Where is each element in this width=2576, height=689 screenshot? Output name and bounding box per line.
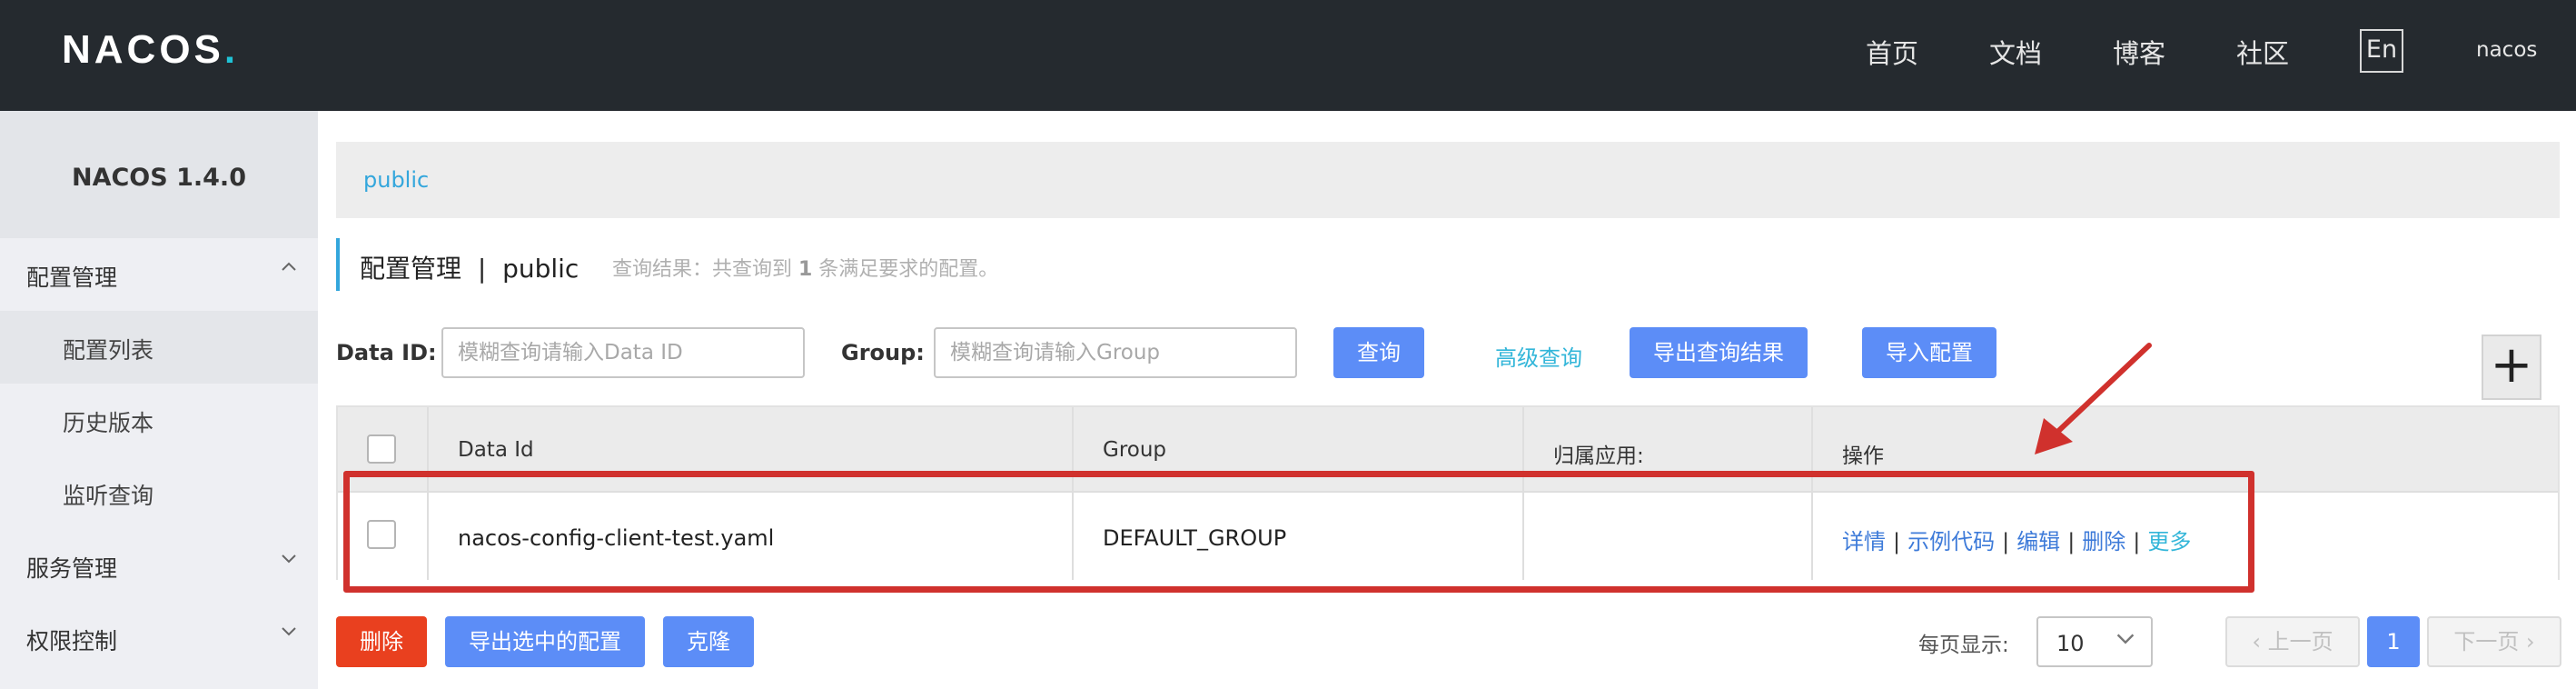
next-page-button[interactable]: 下一页 › xyxy=(2427,616,2561,667)
chevron-down-icon xyxy=(280,622,298,645)
per-page-select[interactable]: 10 xyxy=(2036,616,2153,667)
data-id-input[interactable] xyxy=(441,327,805,378)
add-config-button[interactable]: + xyxy=(2482,335,2541,400)
header-group[interactable]: Group xyxy=(1103,438,1166,462)
group-label: Group: xyxy=(841,340,925,365)
header-data-id[interactable]: Data Id xyxy=(458,438,534,462)
chevron-down-icon xyxy=(280,549,298,573)
nav-docs[interactable]: 文档 xyxy=(1989,33,2042,71)
user-name[interactable]: nacos xyxy=(2476,38,2537,62)
column-divider xyxy=(427,407,429,580)
sidebar-group-config[interactable]: 配置管理 xyxy=(0,238,318,311)
header-app[interactable]: 归属应用: xyxy=(1553,438,1644,469)
chevron-right-icon: › xyxy=(2526,629,2535,654)
delete-link[interactable]: 删除 xyxy=(2082,529,2125,554)
delete-selected-button[interactable]: 删除 xyxy=(336,616,427,667)
chevron-left-icon: ‹ xyxy=(2252,629,2261,654)
chevron-up-icon xyxy=(280,258,298,282)
header-operations: 操作 xyxy=(1842,444,1884,468)
column-divider xyxy=(1072,407,1074,580)
select-all-checkbox[interactable] xyxy=(367,434,396,464)
edit-link[interactable]: 编辑 xyxy=(2016,529,2060,554)
export-results-button[interactable]: 导出查询结果 xyxy=(1630,327,1808,378)
cell-data-id: nacos-config-client-test.yaml xyxy=(458,525,775,551)
cell-group: DEFAULT_GROUP xyxy=(1103,525,1287,551)
sidebar-item-label: 历史版本 xyxy=(63,410,154,436)
top-navbar: NACOS. 首页 文档 博客 社区 En nacos xyxy=(0,0,2576,111)
sidebar-item-label: 配置列表 xyxy=(63,337,154,364)
query-result-text: 查询结果：共查询到 1 条满足要求的配置。 xyxy=(612,258,999,281)
sample-code-link[interactable]: 示例代码 xyxy=(1907,529,1995,554)
sidebar-item-label: 监听查询 xyxy=(63,483,154,509)
import-config-button[interactable]: 导入配置 xyxy=(1862,327,1996,378)
namespace-bar: public xyxy=(336,142,2560,218)
nav-community[interactable]: 社区 xyxy=(2236,33,2289,71)
prev-page-button[interactable]: ‹ 上一页 xyxy=(2225,616,2360,667)
row-operations: 详情 | 示例代码 | 编辑 | 删除 | 更多 xyxy=(1842,529,2192,554)
page-1-button[interactable]: 1 xyxy=(2367,616,2420,667)
page-title: 配置管理 | public xyxy=(360,254,580,284)
sidebar-group-service[interactable]: 服务管理 xyxy=(0,529,318,602)
language-switch-button[interactable]: En xyxy=(2360,29,2403,73)
sidebar-item-config-list[interactable]: 配置列表 xyxy=(0,311,318,384)
nav-blog[interactable]: 博客 xyxy=(2113,33,2165,71)
group-input[interactable] xyxy=(934,327,1297,378)
nacos-logo[interactable]: NACOS. xyxy=(62,27,239,73)
title-accent-bar xyxy=(336,238,340,291)
nav-home[interactable]: 首页 xyxy=(1866,33,1918,71)
sidebar-group-label: 配置管理 xyxy=(26,265,118,291)
per-page-value: 10 xyxy=(2056,631,2085,656)
per-page-label: 每页显示: xyxy=(1918,634,2009,657)
more-link[interactable]: 更多 xyxy=(2147,529,2191,554)
clone-button[interactable]: 克隆 xyxy=(663,616,754,667)
sidebar-item-history[interactable]: 历史版本 xyxy=(0,384,318,456)
namespace-tab-public[interactable]: public xyxy=(363,167,429,193)
sidebar-group-label: 权限控制 xyxy=(26,628,118,654)
detail-link[interactable]: 详情 xyxy=(1842,529,1886,554)
data-id-label: Data ID: xyxy=(336,340,437,365)
export-selected-button[interactable]: 导出选中的配置 xyxy=(445,616,645,667)
advanced-query-link[interactable]: 高级查询 xyxy=(1495,340,1582,372)
chevron-down-icon xyxy=(2115,627,2136,654)
row-checkbox[interactable] xyxy=(367,520,396,549)
sidebar-group-label: 服务管理 xyxy=(26,555,118,582)
table-header xyxy=(338,407,2558,493)
sidebar-group-permission[interactable]: 权限控制 xyxy=(0,602,318,674)
sidebar: NACOS 1.4.0 配置管理 配置列表 历史版本 监听查询 服务管理 权限控… xyxy=(0,111,318,689)
query-button[interactable]: 查询 xyxy=(1333,327,1424,378)
column-divider xyxy=(1522,407,1524,580)
config-table: Data Id Group 归属应用: 操作 nacos-config-clie… xyxy=(336,405,2560,580)
column-divider xyxy=(1811,407,1813,580)
sidebar-item-listener-query[interactable]: 监听查询 xyxy=(0,456,318,529)
plus-icon: + xyxy=(2490,335,2533,394)
version-label: NACOS 1.4.0 xyxy=(0,111,318,238)
